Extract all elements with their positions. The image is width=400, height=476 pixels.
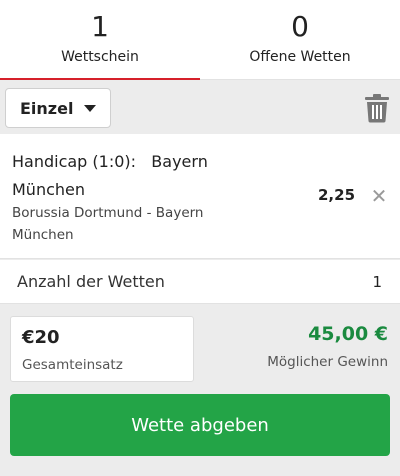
- odds-value: 2,25: [318, 186, 356, 204]
- stake-amount: €20: [22, 327, 60, 348]
- caret-down-icon: [84, 105, 96, 112]
- tab-count: 0: [291, 10, 309, 43]
- selection-name: Handicap (1:0): Bayern München: [12, 152, 208, 199]
- potential-winnings-amount: 45,00 €: [308, 323, 388, 345]
- close-icon[interactable]: ✕: [368, 185, 390, 207]
- bet-slip-tabs: 1 Wettschein 0 Offene Wetten: [0, 0, 400, 81]
- stake-area: €20 Gesamteinsatz 45,00 € Möglicher Gewi…: [0, 305, 400, 476]
- bet-slip-toolbar: Einzel: [0, 80, 400, 134]
- tab-offene-wetten[interactable]: 0 Offene Wetten: [200, 0, 400, 80]
- bet-selection-card: Handicap (1:0): Bayern München Borussia …: [0, 134, 400, 259]
- event-name: Borussia Dortmund - Bayern München: [12, 205, 204, 243]
- potential-winnings-label: Möglicher Gewinn: [267, 354, 388, 370]
- place-bet-button[interactable]: Wette abgeben: [10, 394, 390, 456]
- stake-input[interactable]: €20 Gesamteinsatz: [10, 316, 194, 382]
- bet-count-label: Anzahl der Wetten: [17, 272, 165, 291]
- bet-count-value: 1: [372, 273, 382, 291]
- stake-label: Gesamteinsatz: [22, 357, 123, 373]
- tab-label: Wettschein: [61, 49, 139, 65]
- bet-type-label: Einzel: [20, 98, 74, 118]
- tab-count: 1: [91, 10, 109, 43]
- tab-wettschein[interactable]: 1 Wettschein: [0, 0, 200, 81]
- bet-count-row: Anzahl der Wetten 1: [0, 260, 400, 304]
- tab-label: Offene Wetten: [249, 49, 351, 65]
- bet-type-dropdown[interactable]: Einzel: [5, 88, 111, 128]
- trash-icon[interactable]: [364, 93, 390, 123]
